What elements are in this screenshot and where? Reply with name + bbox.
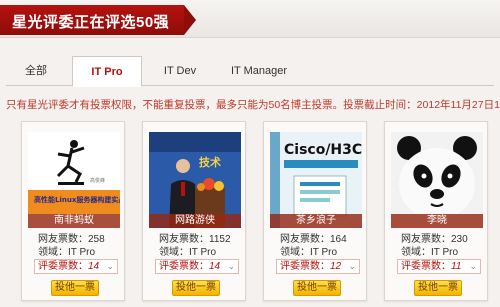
tab-it-pro[interactable]: IT Pro [72,56,142,87]
page-title: 星光评委正在评选50强 [12,14,170,31]
candidate-name[interactable]: 网路游侠 [149,214,241,228]
judge-votes-select[interactable]: 评委票数：14 ⌄ [155,259,239,274]
voting-notice: 只有星光评委才有投票权限，不能重复投票，最多只能为50名博主投票。投票截止时间：… [6,99,500,111]
judge-votes-select[interactable]: 评委票数：12 ⌄ [276,259,360,274]
judge-votes-select[interactable]: 评委票数：11 ⌄ [397,259,481,274]
svg-text:Cisco/H3C: Cisco/H3C [284,142,362,158]
tab-all[interactable]: 全部 [6,56,66,86]
candidate-card: 高俊峰 高性能Linux服务器构建实战 南非蚂蚁 网友票数：258 领域：IT … [21,121,125,301]
candidate-card: Cisco/H3C 茶乡浪子 网友票数：164 领域：IT Pro 评委票数：1… [263,121,367,301]
judge-votes-select[interactable]: 评委票数：14 ⌄ [34,259,118,274]
candidate-name[interactable]: 南非蚂蚁 [28,214,120,228]
vote-button[interactable]: 投他一票 [172,280,220,296]
chevron-down-icon: ⌄ [348,261,356,271]
category-tab-bar: 全部 IT Pro IT Dev IT Manager [6,56,494,87]
domain-field: 领域：IT Pro [401,247,459,258]
candidate-card: 技术 网路游侠 网友票数：1152 领域：IT Pro 评委票数：14 ⌄ 投他一… [142,121,246,301]
candidate-photo[interactable]: 高俊峰 高性能Linux服务器构建实战 南非蚂蚁 [28,132,120,228]
svg-text:高性能Linux服务器构建实战: 高性能Linux服务器构建实战 [34,195,120,204]
chevron-down-icon: ⌄ [227,261,235,271]
domain-field: 领域：IT Pro [38,247,96,258]
vote-button[interactable]: 投他一票 [293,280,341,296]
page-title-banner: 星光评委正在评选50强 [0,5,196,35]
tab-it-dev[interactable]: IT Dev [146,56,214,86]
domain-field: 领域：IT Pro [159,247,217,258]
candidate-name[interactable]: 李晓 [391,214,483,228]
vote-button[interactable]: 投他一票 [51,280,99,296]
candidate-card: 李晓 网友票数：230 领域：IT Pro 评委票数：11 ⌄ 投他一票 [384,121,488,301]
domain-field: 领域：IT Pro [280,247,338,258]
candidate-name[interactable]: 茶乡浪子 [270,214,362,228]
svg-text:高俊峰: 高俊峰 [90,177,105,184]
vote-button[interactable]: 投他一票 [414,280,462,296]
svg-text:技术: 技术 [199,155,221,169]
candidate-photo[interactable]: Cisco/H3C 茶乡浪子 [270,132,362,228]
tab-it-manager[interactable]: IT Manager [216,56,302,86]
chevron-down-icon: ⌄ [469,261,477,271]
candidate-photo[interactable]: 技术 网路游侠 [149,132,241,228]
chevron-down-icon: ⌄ [106,261,114,271]
candidate-photo[interactable]: 李晓 [391,132,483,228]
